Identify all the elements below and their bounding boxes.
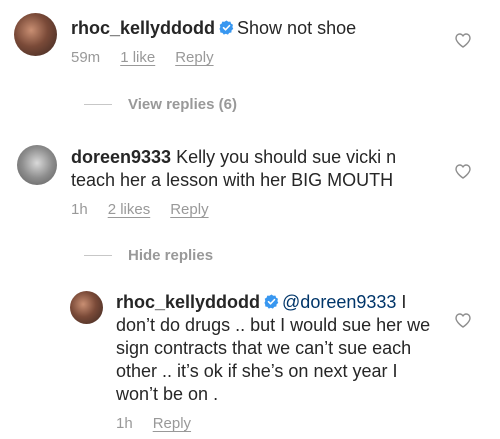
comment-username[interactable]: doreen9333 [71,147,171,167]
comment-1: rhoc_kellyddodd Show not shoe 59m 1 like … [14,13,434,66]
divider-line [84,104,112,105]
reply-link[interactable]: Reply [175,49,213,66]
hide-replies-toggle[interactable]: Hide replies [84,247,213,264]
reply-link[interactable]: Reply [170,201,208,218]
comment-body: rhoc_kellyddodd @doreen9333 I don’t do dr… [116,291,438,406]
comment-2: doreen9333 Kelly you should sue vicki n … [17,145,437,218]
comment-time: 1h [116,415,133,432]
comment-body: rhoc_kellyddodd Show not shoe [71,17,356,40]
comment-username[interactable]: rhoc_kellyddodd [71,18,215,38]
comment-body: doreen9333 Kelly you should sue vicki n … [71,146,437,192]
comment-time: 59m [71,49,101,66]
comment-meta: 1h Reply [116,415,438,432]
mention-link[interactable]: @doreen9333 [282,292,396,312]
comment-time: 1h [71,201,88,218]
comment-text: Show not shoe [237,18,357,38]
likes-link[interactable]: 2 likes [108,201,151,218]
comment-username[interactable]: rhoc_kellyddodd [116,292,260,312]
verified-badge-icon [264,294,279,309]
reply-link[interactable]: Reply [153,415,191,432]
avatar[interactable] [17,145,57,185]
comment-meta: 1h 2 likes Reply [71,201,437,218]
heart-icon[interactable] [455,313,471,328]
comment-meta: 59m 1 like Reply [71,49,356,66]
verified-badge-icon [219,20,234,35]
avatar[interactable] [14,13,57,56]
heart-icon[interactable] [455,164,471,179]
hide-replies-label: Hide replies [128,247,214,264]
heart-icon[interactable] [455,33,471,48]
view-replies-label: View replies (6) [128,96,237,113]
view-replies-toggle[interactable]: View replies (6) [84,96,237,113]
divider-line [84,255,112,256]
reply-comment: rhoc_kellyddodd @doreen9333 I don’t do dr… [70,291,440,432]
likes-link[interactable]: 1 like [120,49,155,66]
avatar[interactable] [70,291,103,324]
